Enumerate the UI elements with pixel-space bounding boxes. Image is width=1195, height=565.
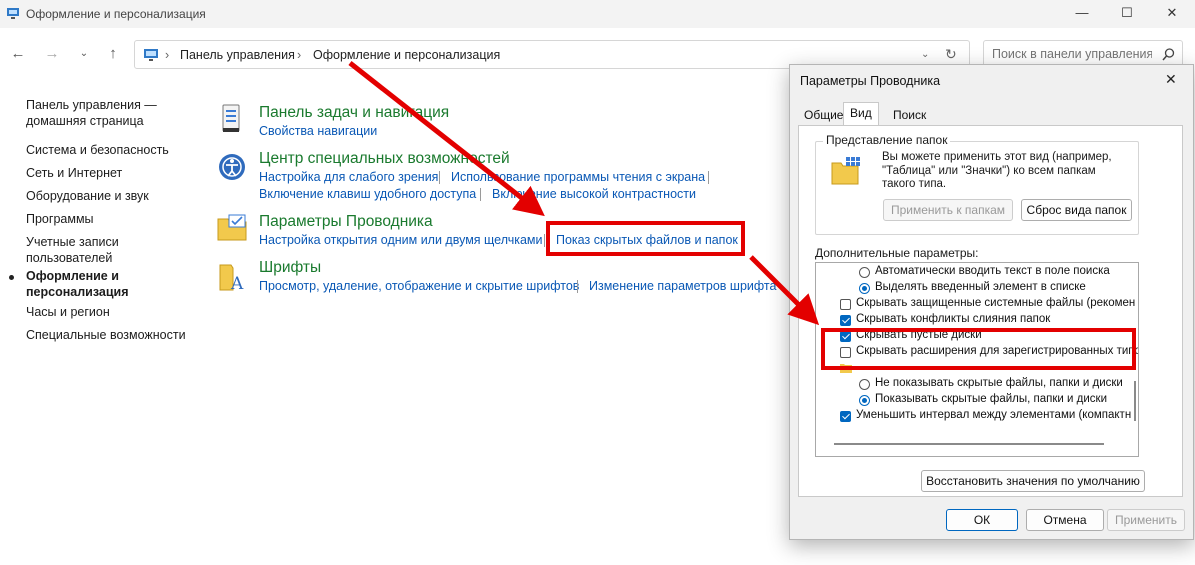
window-title: Оформление и персонализация — [26, 7, 206, 21]
breadcrumb-appearance[interactable]: Оформление и персонализация — [313, 48, 500, 62]
restore-defaults-button[interactable]: Восстановить значения по умолчанию — [921, 470, 1145, 492]
recent-locations-button[interactable]: ⌄ — [74, 44, 94, 64]
link-high-contrast[interactable]: Включение высокой контрастности — [492, 187, 696, 201]
advanced-settings-label: Дополнительные параметры: — [815, 246, 979, 260]
vertical-scrollbar[interactable] — [1134, 381, 1136, 421]
link-separator — [708, 171, 709, 184]
maximize-icon: ☐ — [1121, 5, 1133, 20]
sidebar-item-hardware[interactable]: Оборудование и звук — [26, 188, 196, 204]
active-bullet-icon — [9, 275, 14, 280]
dialog-title: Параметры Проводника — [800, 74, 941, 88]
option-radio[interactable] — [859, 283, 870, 294]
folder-options-icon — [217, 214, 247, 241]
folder-view-icon — [831, 157, 860, 185]
option-checkbox[interactable] — [840, 411, 851, 422]
category-title-ease-of-access[interactable]: Центр специальных возможностей — [259, 150, 510, 168]
minimize-icon: — — [1075, 5, 1089, 20]
ok-button[interactable]: ОК — [946, 509, 1018, 531]
breadcrumb-separator-icon: › — [165, 48, 170, 62]
title-bar: Оформление и персонализация — ☐ ✕ — [0, 0, 1195, 28]
close-button[interactable]: ✕ — [1150, 0, 1194, 28]
cancel-button[interactable]: Отмена — [1026, 509, 1104, 531]
tab-view[interactable]: Вид — [843, 102, 879, 127]
search-input[interactable] — [990, 46, 1154, 62]
option-label: Уменьшить интервал между элементами (ком… — [856, 409, 1132, 421]
link-sticky-keys[interactable]: Включение клавиш удобного доступа — [259, 187, 476, 201]
up-button[interactable]: ↑ — [103, 44, 123, 64]
forward-button[interactable]: → — [42, 44, 62, 64]
option-label: Скрывать защищенные системные файлы (рек… — [856, 297, 1136, 309]
link-screen-reader[interactable]: Использование программы чтения с экрана — [451, 170, 705, 184]
option-checkbox[interactable] — [840, 299, 851, 310]
address-dropdown-icon[interactable]: ⌄ — [921, 49, 929, 60]
apply-button[interactable]: Применить — [1107, 509, 1185, 531]
link-click-settings[interactable]: Настройка открытия одним или двумя щелчк… — [259, 233, 543, 247]
link-separator — [577, 280, 578, 293]
option-label: Показывать скрытые файлы, папки и диски — [875, 393, 1107, 405]
maximize-button[interactable]: ☐ — [1105, 0, 1149, 28]
arrow-up-icon: ↑ — [109, 45, 117, 62]
sidebar-item-programs[interactable]: Программы — [26, 211, 196, 227]
option-radio[interactable] — [859, 395, 870, 406]
annotation-highlight-box — [546, 221, 745, 256]
arrow-left-icon: ← — [10, 45, 26, 62]
sidebar-item-system-security[interactable]: Система и безопасность — [26, 142, 196, 158]
link-separator — [480, 188, 481, 201]
link-separator — [544, 234, 545, 247]
control-panel-icon — [7, 8, 19, 19]
sidebar-item-accessibility[interactable]: Специальные возможности — [26, 327, 196, 343]
fonts-icon: A — [219, 264, 244, 292]
link-font-settings[interactable]: Изменение параметров шрифта — [589, 279, 776, 293]
minimize-button[interactable]: — — [1060, 0, 1104, 28]
option-radio[interactable] — [859, 379, 870, 390]
reset-folders-button[interactable]: Сброс вида папок — [1021, 199, 1132, 221]
link-manage-fonts[interactable]: Просмотр, удаление, отображение и скрыти… — [259, 279, 579, 293]
chevron-down-icon: ⌄ — [79, 48, 89, 59]
svg-text:A: A — [230, 274, 244, 292]
sidebar-item-home[interactable]: Панель управления — домашняя страница — [26, 97, 196, 129]
option-radio[interactable] — [859, 267, 870, 278]
sidebar-item-network[interactable]: Сеть и Интернет — [26, 165, 196, 181]
tab-search[interactable]: Поиск — [887, 105, 932, 126]
taskbar-icon — [222, 104, 240, 132]
annotation-highlight-box — [821, 328, 1136, 370]
category-title-explorer-options[interactable]: Параметры Проводника — [259, 213, 433, 231]
breadcrumb-control-panel[interactable]: Панель управления — [180, 48, 295, 62]
folder-view-group-label: Представление папок — [823, 133, 951, 147]
category-title-fonts[interactable]: Шрифты — [259, 259, 321, 277]
dialog-close-icon[interactable]: ✕ — [1165, 71, 1177, 88]
sidebar-item-appearance[interactable]: Оформление и персонализация — [26, 268, 146, 300]
link-navigation-properties[interactable]: Свойства навигации — [259, 124, 377, 138]
tab-page-view: Представление папок Вы можете применить … — [798, 125, 1183, 497]
apply-to-folders-button[interactable]: Применить к папкам — [883, 199, 1013, 221]
search-icon — [1162, 48, 1175, 61]
category-title-taskbar[interactable]: Панель задач и навигация — [259, 104, 449, 122]
link-low-vision[interactable]: Настройка для слабого зрения — [259, 170, 438, 184]
back-button[interactable]: ← — [8, 44, 28, 64]
tab-general[interactable]: Общие — [798, 105, 849, 126]
link-separator — [439, 171, 440, 184]
ease-of-access-icon — [219, 154, 245, 180]
option-label: Выделять введенный элемент в списке — [875, 281, 1086, 293]
sidebar-item-clock-region[interactable]: Часы и регион — [26, 304, 196, 320]
option-checkbox[interactable] — [840, 315, 851, 326]
close-icon: ✕ — [1166, 5, 1178, 20]
control-panel-icon — [144, 49, 158, 61]
horizontal-scrollbar[interactable] — [834, 443, 1104, 445]
folder-view-description: Вы можете применить этот вид (например, … — [882, 151, 1112, 190]
option-label: Не показывать скрытые файлы, папки и дис… — [875, 377, 1123, 389]
arrow-right-icon: → — [44, 45, 60, 62]
sidebar-item-accounts[interactable]: Учетные записи пользователей — [26, 234, 136, 266]
refresh-icon[interactable]: ↻ — [945, 46, 957, 63]
explorer-options-dialog: Параметры Проводника ✕ Общие Вид Поиск П… — [789, 64, 1194, 540]
breadcrumb-separator-icon: › — [297, 48, 302, 62]
option-label: Скрывать конфликты слияния папок — [856, 313, 1051, 325]
option-label: Автоматически вводить текст в поле поиск… — [875, 265, 1110, 277]
